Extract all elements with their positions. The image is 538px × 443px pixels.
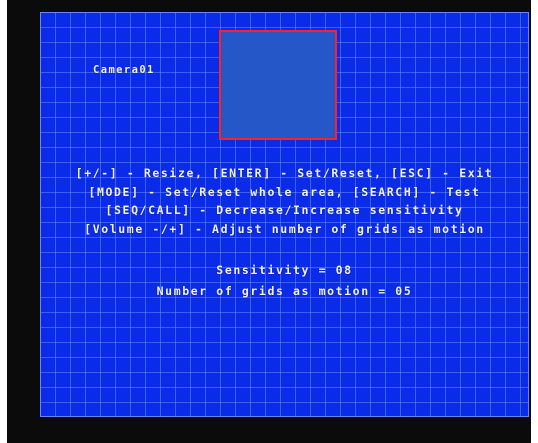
monitor-frame: Camera01 [+/-] - Resize, [ENTER] - Set/R… <box>7 0 531 443</box>
instruction-sensitivity: [SEQ/CALL] - Decrease/Increase sensitivi… <box>105 203 464 217</box>
key-instructions: [+/-] - Resize, [ENTER] - Set/Reset, [ES… <box>40 164 529 238</box>
sensitivity-value: Sensitivity = 08 <box>216 263 353 277</box>
instruction-resize-set-exit: [+/-] - Resize, [ENTER] - Set/Reset, [ES… <box>75 166 494 180</box>
instruction-grids: [Volume -/+] - Adjust number of grids as… <box>84 221 485 236</box>
motion-settings-status: Sensitivity = 08 Number of grids as moti… <box>40 260 529 302</box>
motion-detection-area-selection[interactable] <box>219 30 337 140</box>
motion-detection-grid-screen[interactable]: Camera01 [+/-] - Resize, [ENTER] - Set/R… <box>40 12 529 417</box>
grids-as-motion-value: Number of grids as motion = 05 <box>156 284 413 298</box>
instruction-mode-search: [MODE] - Set/Reset whole area, [SEARCH] … <box>88 184 481 199</box>
camera-name-label: Camera01 <box>93 64 155 76</box>
